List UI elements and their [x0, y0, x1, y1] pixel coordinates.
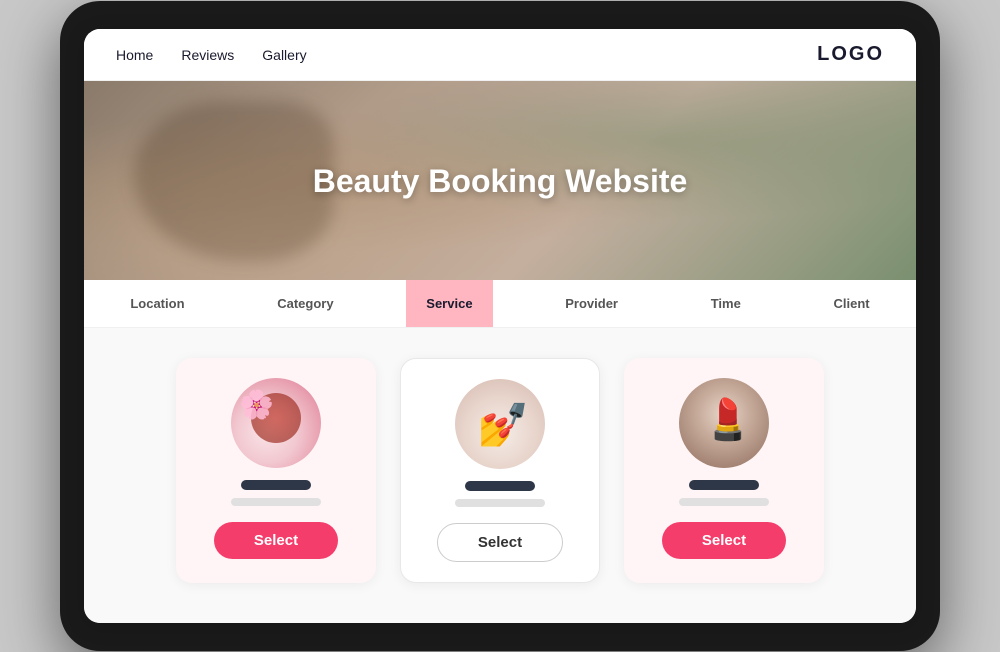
tab-provider[interactable]: Provider: [545, 280, 638, 327]
browser-window: Home Reviews Gallery LOGO Beauty Booking…: [84, 29, 916, 623]
hero-title: Beauty Booking Website: [313, 163, 688, 200]
nav-links: Home Reviews Gallery: [116, 47, 307, 63]
card-title-bar-1: [241, 480, 311, 490]
tab-location[interactable]: Location: [110, 280, 204, 327]
card-image-2: [455, 379, 545, 469]
select-button-3[interactable]: Select: [662, 522, 786, 559]
card-image-1: [231, 378, 321, 468]
card-subtitle-bar-1: [231, 498, 321, 506]
nav-logo: LOGO: [817, 43, 884, 66]
select-button-1[interactable]: Select: [214, 522, 338, 559]
card-subtitle-bar-3: [679, 498, 769, 506]
card-title-bar-3: [689, 480, 759, 490]
select-button-2[interactable]: Select: [437, 523, 563, 562]
hero-section: Beauty Booking Website: [84, 81, 916, 281]
card-title-bar-2: [465, 481, 535, 491]
card-image-3: [679, 378, 769, 468]
tab-client[interactable]: Client: [814, 280, 890, 327]
service-card-1: Select: [176, 358, 376, 583]
cards-section: Select Select Select: [84, 328, 916, 623]
device-frame: Home Reviews Gallery LOGO Beauty Booking…: [60, 1, 940, 651]
nav-link-home[interactable]: Home: [116, 47, 153, 63]
nav-bar: Home Reviews Gallery LOGO: [84, 29, 916, 81]
service-card-2: Select: [400, 358, 600, 583]
nav-link-reviews[interactable]: Reviews: [181, 47, 234, 63]
nav-link-gallery[interactable]: Gallery: [262, 47, 306, 63]
tab-time[interactable]: Time: [691, 280, 761, 327]
tab-category[interactable]: Category: [257, 280, 353, 327]
step-tabs: Location Category Service Provider Time …: [84, 280, 916, 328]
service-card-3: Select: [624, 358, 824, 583]
tab-service[interactable]: Service: [406, 280, 492, 327]
card-subtitle-bar-2: [455, 499, 545, 507]
